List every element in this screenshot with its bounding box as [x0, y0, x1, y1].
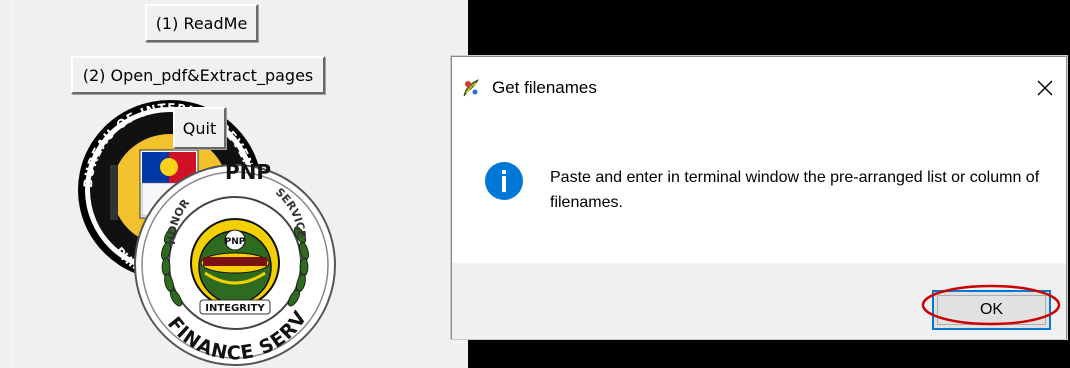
- pnp-top-text: PNP: [225, 160, 271, 184]
- app-window: (1) ReadMe (2) Open_pdf&Extract_pages Qu…: [0, 0, 468, 368]
- ok-button[interactable]: OK: [932, 290, 1051, 330]
- get-filenames-dialog: Get filenames Paste and enter in termina…: [451, 56, 1067, 339]
- open-pdf-extract-button[interactable]: (2) Open_pdf&Extract_pages: [71, 56, 325, 94]
- close-icon[interactable]: [1028, 71, 1062, 105]
- feather-app-icon: [460, 77, 482, 99]
- dialog-title: Get filenames: [492, 78, 597, 97]
- info-icon: [484, 161, 524, 201]
- readme-button[interactable]: (1) ReadMe: [145, 4, 258, 42]
- dialog-titlebar[interactable]: Get filenames: [452, 57, 1066, 119]
- pnp-integrity-text: INTEGRITY: [205, 303, 265, 314]
- svg-text:PNP: PNP: [225, 237, 246, 247]
- dialog-button-bar: OK: [452, 263, 1066, 339]
- dialog-message: Paste and enter in terminal window the p…: [550, 169, 1040, 211]
- quit-button[interactable]: Quit: [173, 107, 226, 149]
